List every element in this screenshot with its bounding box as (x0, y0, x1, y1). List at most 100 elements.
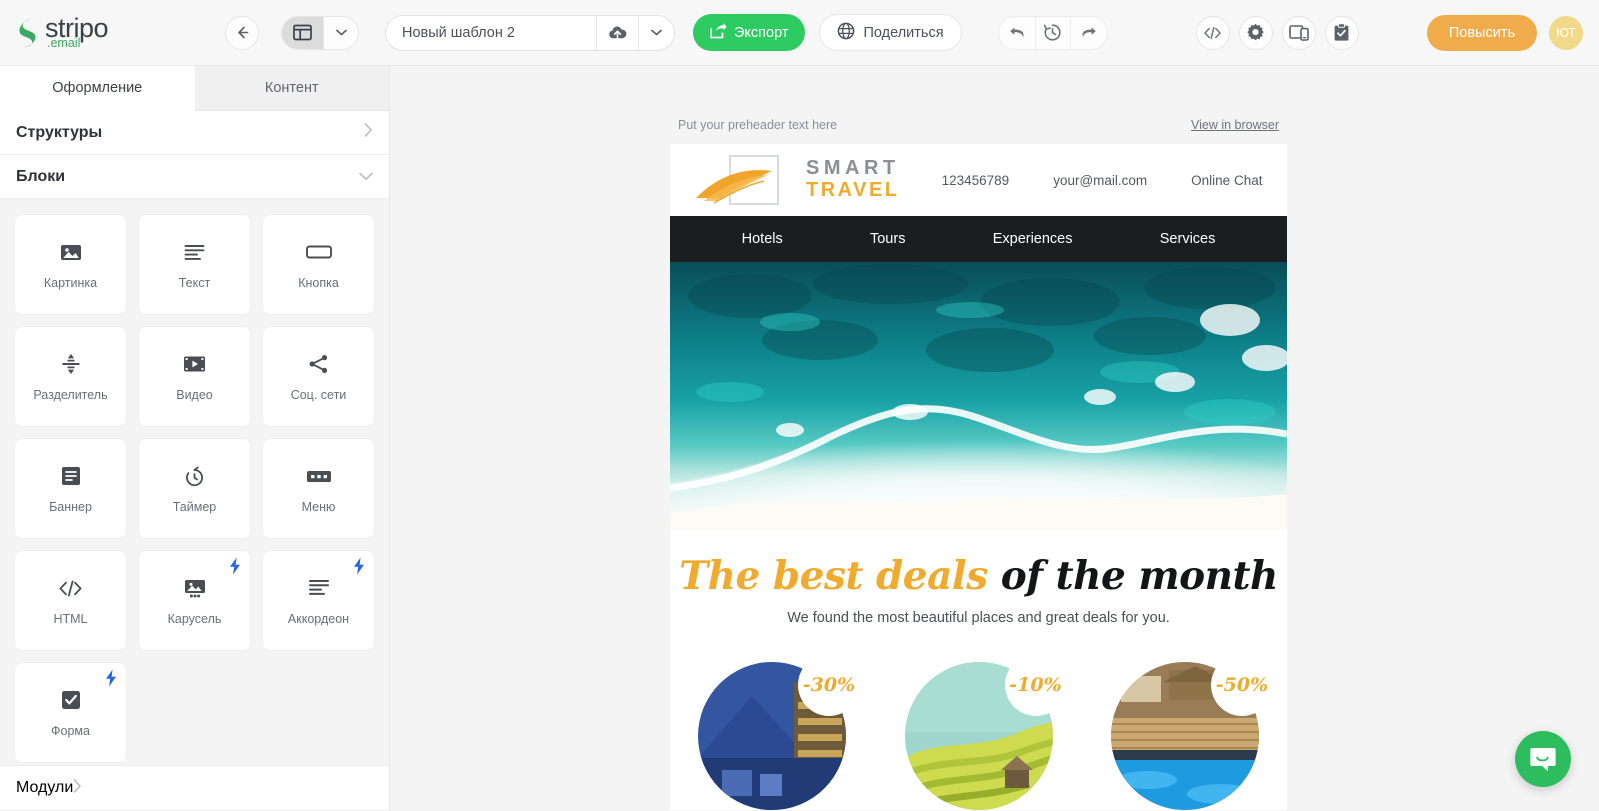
export-icon (710, 22, 727, 43)
undo-button[interactable] (999, 17, 1035, 49)
section-structures[interactable]: Структуры (0, 111, 389, 155)
pro-bolt-icon (229, 557, 241, 580)
code-icon (1204, 26, 1221, 39)
contact-phone[interactable]: 123456789 (942, 173, 1010, 188)
discount-badge: -50% (1211, 653, 1273, 716)
history-button[interactable] (1034, 16, 1071, 49)
logo-line-1: SMART (806, 157, 900, 180)
view-code-button[interactable] (1195, 15, 1230, 50)
block-card-social[interactable]: Соц. сети (262, 326, 375, 427)
block-card-banner[interactable]: Баннер (14, 438, 127, 539)
image-icon (60, 239, 82, 265)
button-icon (305, 239, 332, 265)
settings-button[interactable] (1238, 15, 1273, 50)
chat-widget-button[interactable] (1515, 731, 1571, 787)
headline-black: of the month (1000, 553, 1279, 599)
block-card-carousel[interactable]: Карусель (138, 550, 251, 651)
back-button[interactable] (225, 15, 259, 50)
checklist-button[interactable] (1324, 15, 1359, 50)
block-card-label: Кнопка (298, 276, 339, 290)
block-card-label: Баннер (49, 500, 92, 514)
share-icon (308, 351, 329, 377)
block-card-label: Видео (176, 388, 213, 402)
block-card-label: Соц. сети (290, 388, 347, 402)
template-name-group (385, 14, 675, 51)
left-sidebar: Оформление Контент Структуры Блоки Карти… (0, 66, 390, 811)
block-card-text[interactable]: Текст (138, 214, 251, 315)
block-card-html[interactable]: HTML (14, 550, 127, 651)
section-blocks[interactable]: Блоки (0, 155, 389, 199)
email-nav: Hotels Tours Experiences Services (670, 216, 1287, 262)
email-body: SMART TRAVEL 123456789 your@mail.com Onl… (670, 144, 1287, 810)
tab-appearance[interactable]: Оформление (0, 66, 195, 111)
block-card-video[interactable]: Видео (138, 326, 251, 427)
text-icon (184, 239, 205, 265)
template-name-input[interactable] (386, 15, 596, 50)
stripo-logo-icon (14, 16, 40, 50)
device-preview-icon (1288, 25, 1309, 41)
redo-button[interactable] (1071, 17, 1107, 49)
block-card-accordion[interactable]: Аккордеон (262, 550, 375, 651)
code-icon (58, 575, 83, 601)
layout-panel-button[interactable] (282, 16, 323, 49)
chevron-down-icon (651, 29, 662, 36)
user-avatar[interactable]: ЮТ (1549, 15, 1583, 50)
upgrade-button[interactable]: Повысить (1426, 14, 1537, 51)
preheader-row: Put your preheader text here View in bro… (670, 66, 1287, 144)
undo-icon (1009, 27, 1024, 38)
chevron-down-icon (335, 29, 347, 36)
device-preview-button[interactable] (1281, 15, 1316, 50)
deal-card[interactable]: -50% (1111, 653, 1273, 810)
block-card-divider[interactable]: Разделитель (14, 326, 127, 427)
chevron-down-icon (359, 168, 373, 186)
section-modules[interactable]: Модули (0, 765, 389, 811)
video-icon (183, 351, 206, 377)
block-card-label: Таймер (172, 500, 217, 514)
wing-logo-icon (692, 154, 804, 206)
nav-link-hotels[interactable]: Hotels (742, 231, 783, 247)
share-button[interactable]: Поделиться (819, 14, 962, 51)
contact-email[interactable]: your@mail.com (1053, 173, 1147, 188)
block-card-button[interactable]: Кнопка (262, 214, 375, 315)
block-card-label: HTML (53, 612, 88, 626)
editor-canvas[interactable]: Put your preheader text here View in bro… (390, 66, 1599, 811)
redo-icon (1082, 27, 1096, 38)
blocks-panel: Картинка Текст Кнопка Разделитель Видео … (0, 199, 389, 765)
layout-panel-icon (293, 24, 312, 41)
deals-section: The best deals of the month We found the… (670, 530, 1287, 636)
export-label: Экспорт (734, 24, 789, 41)
chat-bubble-icon (1530, 747, 1556, 771)
block-card-menu[interactable]: Меню (262, 438, 375, 539)
contact-chat[interactable]: Online Chat (1191, 173, 1262, 188)
chevron-right-icon (364, 123, 373, 142)
nav-link-services[interactable]: Services (1160, 231, 1216, 247)
layout-toggle-group (281, 15, 359, 50)
globe-icon (837, 22, 855, 44)
deal-card[interactable]: -30% (698, 653, 860, 810)
logo-line-2: TRAVEL (806, 179, 900, 201)
block-card-timer[interactable]: Таймер (138, 438, 251, 539)
export-button[interactable]: Экспорт (693, 14, 806, 51)
block-card-label: Разделитель (33, 388, 108, 402)
block-card-label: Аккордеон (287, 612, 350, 626)
block-card-form[interactable]: Форма (14, 662, 127, 763)
nav-link-experiences[interactable]: Experiences (993, 231, 1073, 247)
tab-content[interactable]: Контент (194, 66, 389, 111)
app-logo[interactable]: stripo .email (0, 15, 225, 50)
view-in-browser-link[interactable]: View in browser (1191, 118, 1279, 132)
cloud-upload-icon (609, 26, 627, 39)
smart-travel-logo[interactable]: SMART TRAVEL (692, 154, 900, 206)
section-modules-label: Модули (16, 779, 74, 796)
save-dropdown-button[interactable] (638, 15, 674, 50)
menu-icon (306, 463, 332, 489)
deals-headline: The best deals of the month (670, 556, 1287, 597)
email-preview[interactable]: Put your preheader text here View in bro… (670, 66, 1287, 811)
preheader-text[interactable]: Put your preheader text here (678, 118, 837, 132)
blocks-grid: Картинка Текст Кнопка Разделитель Видео … (14, 214, 375, 763)
block-card-image[interactable]: Картинка (14, 214, 127, 315)
save-template-button[interactable] (596, 15, 638, 50)
deal-card[interactable]: -10% (904, 653, 1067, 810)
layout-dropdown-button[interactable] (323, 16, 358, 49)
nav-link-tours[interactable]: Tours (870, 231, 905, 247)
hero-image[interactable] (670, 262, 1287, 530)
